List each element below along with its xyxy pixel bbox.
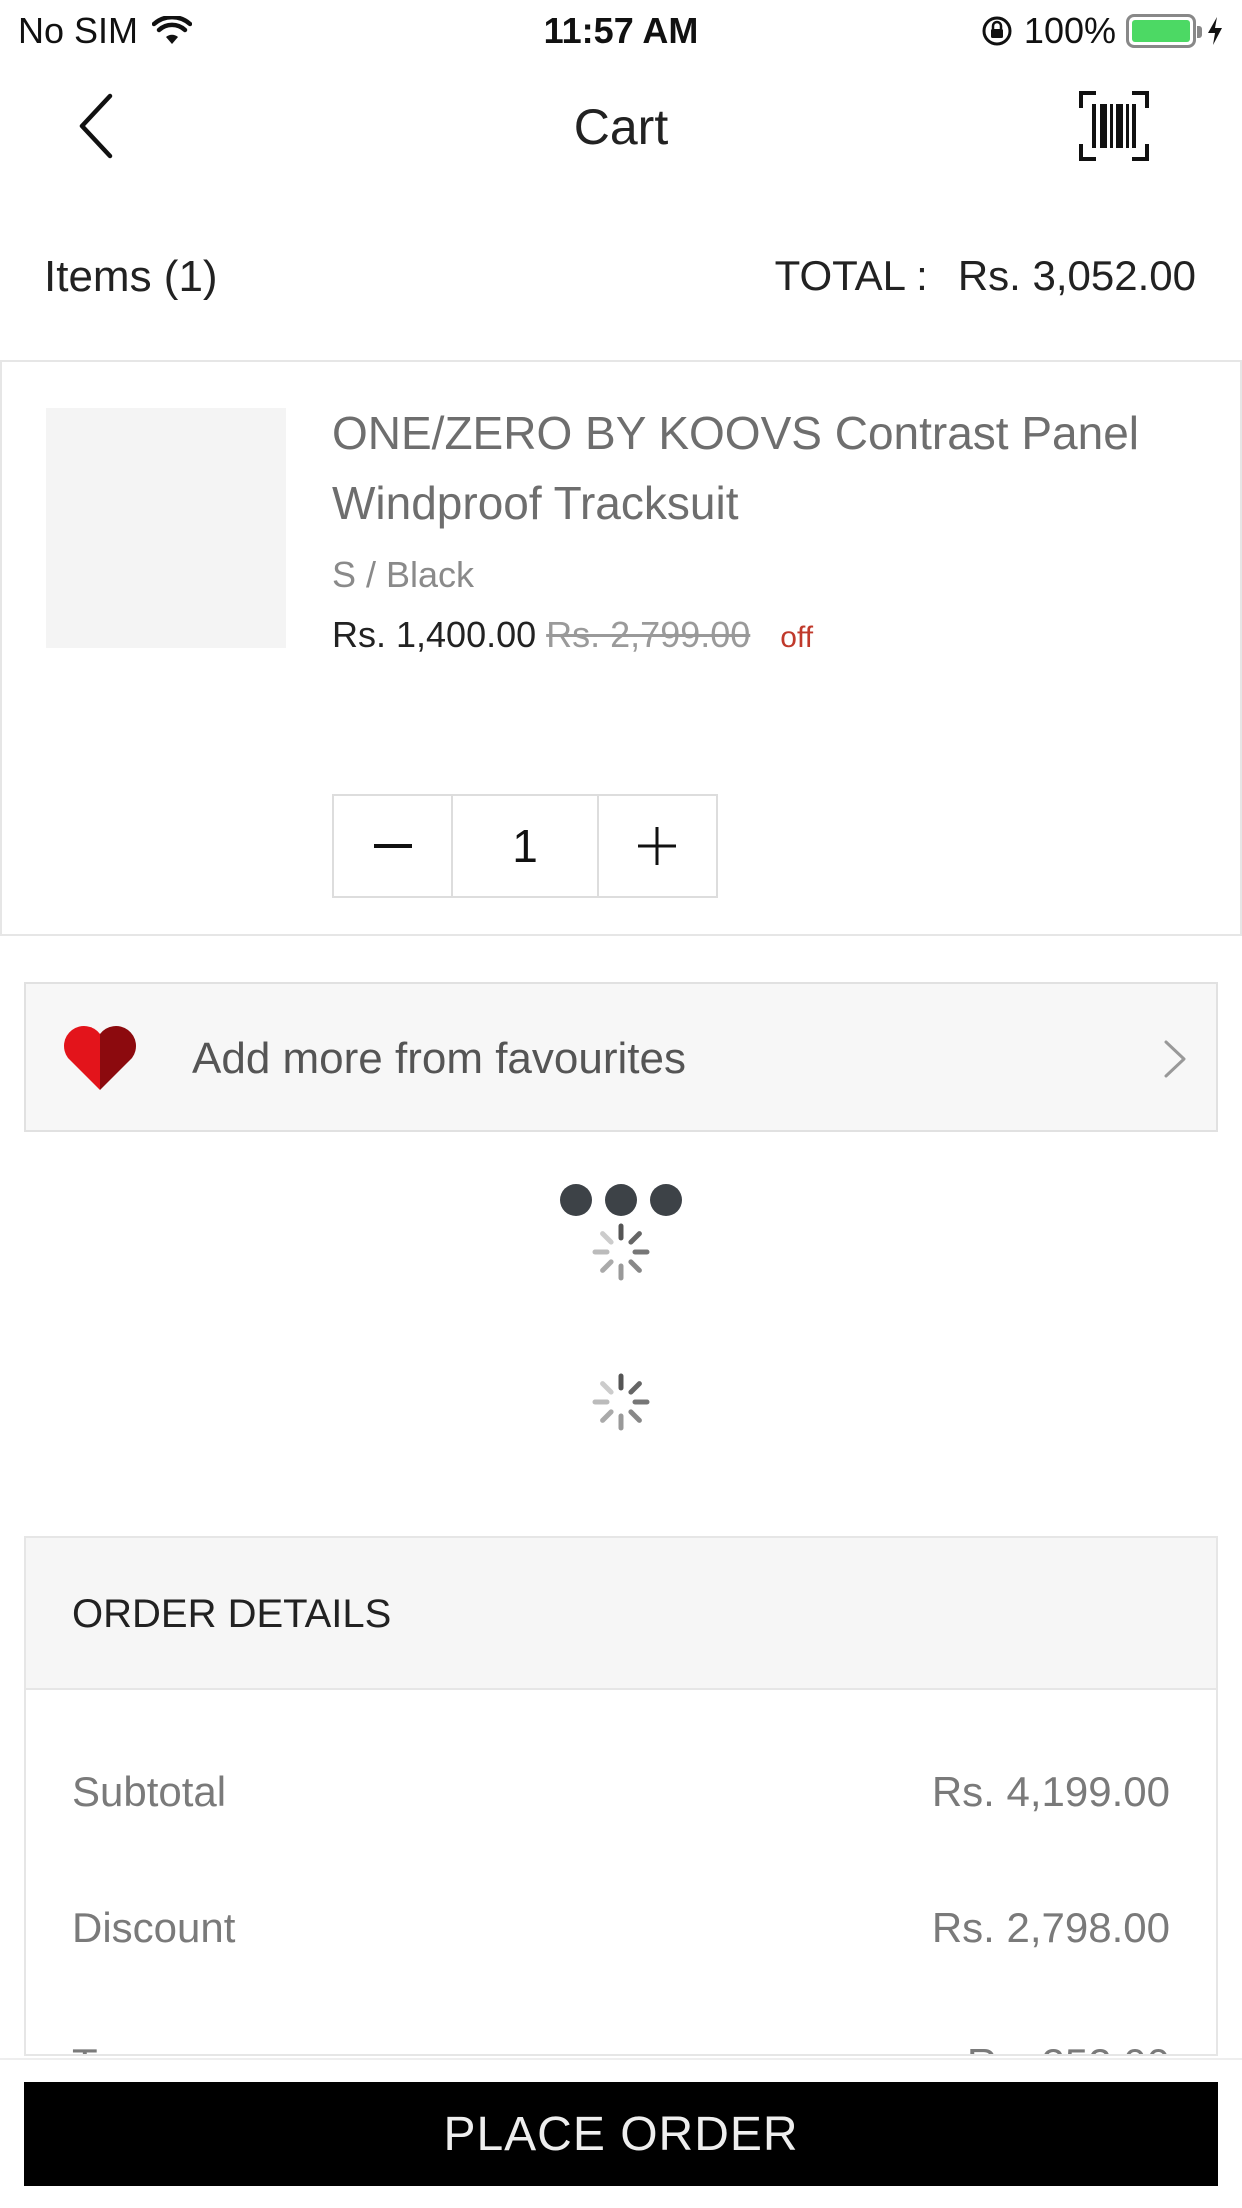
status-right: 100% bbox=[970, 10, 1224, 52]
nav-bar: Cart bbox=[0, 62, 1242, 192]
order-details-panel: ORDER DETAILS Subtotal Rs. 4,199.00 Disc… bbox=[24, 1536, 1218, 2056]
chevron-right-icon bbox=[1164, 1040, 1186, 1078]
page-title: Cart bbox=[573, 99, 669, 155]
cart-summary-row: Items (1) TOTAL : Rs. 3,052.00 bbox=[0, 230, 1242, 330]
quantity-value: 1 bbox=[451, 796, 599, 896]
loading-spinner-icon bbox=[592, 1223, 650, 1281]
loading-dots bbox=[560, 1184, 682, 1218]
add-from-favourites-button[interactable]: Add more from favourites bbox=[24, 982, 1218, 1132]
product-price: Rs. 1,400.00 bbox=[332, 614, 537, 655]
quantity-stepper: 1 bbox=[332, 794, 718, 898]
barcode-scan-icon bbox=[1079, 91, 1149, 161]
orientation-lock-icon bbox=[982, 16, 1012, 46]
discount-value: Rs. 2,798.00 bbox=[931, 1904, 1170, 1951]
subtotal-label: Subtotal bbox=[72, 1768, 227, 1815]
taxes-value: Rs. 252.00 bbox=[967, 2040, 1170, 2054]
status-bar: No SIM 11:57 AM 100% bbox=[0, 0, 1242, 62]
battery-percent: 100% bbox=[1023, 10, 1116, 51]
order-row-subtotal: Subtotal Rs. 4,199.00 bbox=[26, 1754, 1216, 1834]
order-row-discount: Discount Rs. 2,798.00 bbox=[26, 1890, 1216, 1970]
favourites-label: Add more from favourites bbox=[192, 1034, 686, 1083]
order-details-title: ORDER DETAILS bbox=[72, 1592, 392, 1636]
taxes-label: Taxes bbox=[72, 2040, 182, 2054]
product-price-row: Rs. 1,400.00 Rs. 2,799.00 off bbox=[332, 614, 813, 656]
subtotal-value: Rs. 4,199.00 bbox=[931, 1768, 1170, 1815]
discount-label: Discount bbox=[72, 1904, 236, 1951]
battery-icon bbox=[1126, 14, 1202, 48]
discount-off-label: off bbox=[780, 621, 814, 654]
product-variant: S / Black bbox=[332, 554, 475, 595]
loading-spinner-icon bbox=[592, 1373, 650, 1431]
heart-icon bbox=[64, 1026, 136, 1090]
order-row-taxes: Taxes Rs. 252.00 bbox=[26, 2026, 1216, 2054]
product-name[interactable]: ONE/ZERO BY KOOVS Contrast Panel Windpro… bbox=[332, 398, 1212, 538]
total-value: Rs. 3,052.00 bbox=[957, 252, 1196, 299]
charging-bolt-icon bbox=[1208, 17, 1222, 45]
product-original-price: Rs. 2,799.00 bbox=[546, 614, 751, 655]
place-order-button[interactable]: PLACE ORDER bbox=[24, 2082, 1218, 2186]
total-label: TOTAL : bbox=[774, 252, 928, 299]
cart-item-card: ONE/ZERO BY KOOVS Contrast Panel Windpro… bbox=[0, 360, 1242, 936]
decrease-quantity-button[interactable] bbox=[334, 796, 451, 896]
bottom-action-bar: PLACE ORDER bbox=[0, 2058, 1242, 2208]
barcode-scan-button[interactable] bbox=[1078, 90, 1150, 162]
increase-quantity-button[interactable] bbox=[599, 796, 716, 896]
minus-icon bbox=[373, 844, 412, 848]
plus-icon bbox=[638, 827, 677, 865]
order-details-header: ORDER DETAILS bbox=[26, 1538, 1216, 1690]
product-image[interactable] bbox=[46, 408, 286, 648]
cart-total: TOTAL : Rs. 3,052.00 bbox=[775, 252, 1196, 300]
items-count: Items (1) bbox=[44, 252, 218, 301]
